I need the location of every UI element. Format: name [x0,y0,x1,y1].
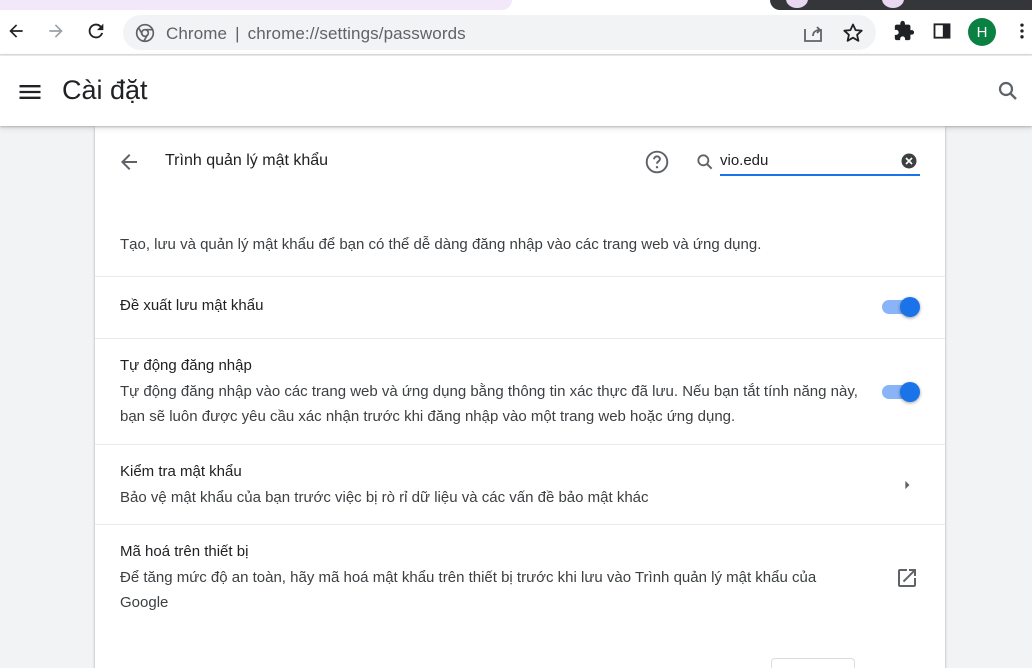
settings-header: Cài đặt [0,56,1032,126]
search-icon[interactable] [996,79,1020,103]
search-icon [697,154,713,170]
back-arrow-icon[interactable] [117,150,141,174]
reload-icon [88,23,104,39]
offer-to-save-row[interactable]: Đề xuất lưu mật khẩu [95,276,945,338]
extensions-button[interactable] [888,15,920,47]
chevron-right-icon [905,480,910,490]
help-icon[interactable] [644,149,670,175]
password-manager-card: Trình quản lý mật khẩu vio.edu Tạo, lưu … [95,126,945,668]
tab-icon [882,0,904,8]
row-title: Kiểm tra mật khẩu [120,463,242,480]
row-subtitle: Tự động đăng nhập vào các trang web và ứ… [120,383,858,425]
page-title: Cài đặt [62,75,148,105]
bookmark-star-icon[interactable] [841,21,865,45]
open-in-new-icon[interactable] [895,566,919,590]
profile-avatar[interactable]: H [968,18,996,46]
reload-button[interactable] [80,15,112,47]
puzzle-icon [894,20,915,41]
row-subtitle: Bảo vệ mật khẩu của bạn trước việc bị rò… [120,489,649,506]
url-separator: | [235,24,240,43]
check-passwords-row[interactable]: Kiểm tra mật khẩu Bảo vệ mật khẩu của bạ… [95,444,945,524]
section-description: Tạo, lưu và quản lý mật khẩu để bạn có t… [120,236,762,253]
url-text: Chrome | chrome://settings/passwords [166,24,466,44]
card-header: Trình quản lý mật khẩu vio.edu [95,126,945,196]
auto-sign-in-toggle[interactable] [880,382,920,402]
row-subtitle: Để tăng mức độ an toàn, hãy mã hoá mật k… [120,569,817,611]
url: chrome://settings/passwords [247,24,466,43]
back-button[interactable] [0,15,32,47]
row-title: Tự động đăng nhập [120,357,252,374]
row-title: Đề xuất lưu mật khẩu [120,297,264,314]
auto-sign-in-row[interactable]: Tự động đăng nhập Tự động đăng nhập vào … [95,338,945,444]
arrow-right-icon [49,24,63,38]
more-vert-icon [1020,23,1024,39]
side-panel-icon [933,23,951,39]
toggle-knob [900,382,920,402]
clear-icon[interactable] [900,152,918,170]
forward-button[interactable] [40,15,72,47]
side-panel-button[interactable] [926,15,958,47]
tab-icon [786,0,808,8]
menu-icon[interactable] [16,78,44,106]
partial-button[interactable] [771,658,855,668]
arrow-left-icon [9,24,23,38]
offer-to-save-toggle[interactable] [880,297,920,317]
chrome-icon [135,23,155,43]
active-tab[interactable] [0,0,512,10]
address-bar[interactable]: Chrome | chrome://settings/passwords [123,15,876,50]
window-controls-area [770,0,1032,10]
site-label: Chrome [166,24,228,43]
tab-strip [0,0,1032,10]
on-device-encryption-row[interactable]: Mã hoá trên thiết bị Để tăng mức độ an t… [95,524,945,644]
more-menu-button[interactable] [1006,15,1032,47]
share-icon[interactable] [801,21,825,45]
password-search-input[interactable]: vio.edu [720,148,920,176]
toggle-knob [900,297,920,317]
section-title: Trình quản lý mật khẩu [165,152,329,169]
browser-toolbar: Chrome | chrome://settings/passwords H [0,10,1032,55]
row-title: Mã hoá trên thiết bị [120,543,249,560]
